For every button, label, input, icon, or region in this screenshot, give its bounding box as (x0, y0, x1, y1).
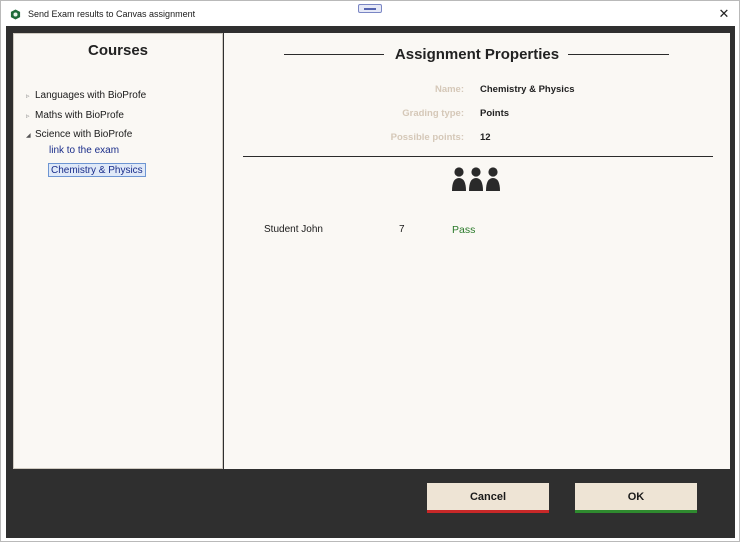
title-bar[interactable]: Send Exam results to Canvas assignment ✕ (1, 1, 739, 26)
tree-child-link-to-exam[interactable]: link to the exam (49, 145, 119, 156)
courses-panel: Courses ▹ Languages with BioProfe ▹ Math… (13, 33, 223, 469)
title-rule-right (568, 54, 669, 55)
property-label-possible-points: Possible points: (390, 132, 464, 143)
courses-title: Courses (87, 42, 149, 59)
student-points: 7 (399, 224, 405, 235)
snap-layout-handle[interactable] (358, 4, 382, 13)
expand-arrow-icon[interactable]: ▹ (26, 112, 30, 120)
student-name: Student John (264, 224, 323, 235)
property-value-name: Chemistry & Physics (480, 84, 575, 95)
section-divider (243, 156, 713, 157)
cancel-button[interactable]: Cancel (427, 483, 549, 513)
collapse-arrow-icon[interactable]: ◢ (26, 132, 31, 139)
property-label-name: Name: (434, 84, 464, 95)
student-status: Pass (452, 224, 476, 236)
app-hexagon-icon (10, 9, 21, 20)
tree-item-label: Languages with BioProfe (35, 90, 147, 101)
users-group-icon (452, 167, 500, 191)
assignment-panel: Assignment Properties Name: Chemistry & … (224, 33, 730, 469)
tree-item-label: Maths with BioProfe (35, 110, 124, 121)
expand-arrow-icon[interactable]: ▹ (26, 92, 30, 100)
dialog-window: Send Exam results to Canvas assignment ✕… (0, 0, 740, 542)
ok-button[interactable]: OK (575, 483, 697, 513)
window-title: Send Exam results to Canvas assignment (28, 9, 196, 19)
assignment-properties-title: Assignment Properties (394, 46, 560, 63)
property-value-possible-points: 12 (480, 132, 491, 143)
property-value-grading-type: Points (480, 108, 510, 119)
tree-item-label: Science with BioProfe (35, 129, 133, 140)
tree-child-chemistry-physics[interactable]: Chemistry & Physics (48, 163, 146, 177)
property-label-grading-type: Grading type: (402, 108, 464, 119)
close-button[interactable]: ✕ (717, 7, 731, 21)
